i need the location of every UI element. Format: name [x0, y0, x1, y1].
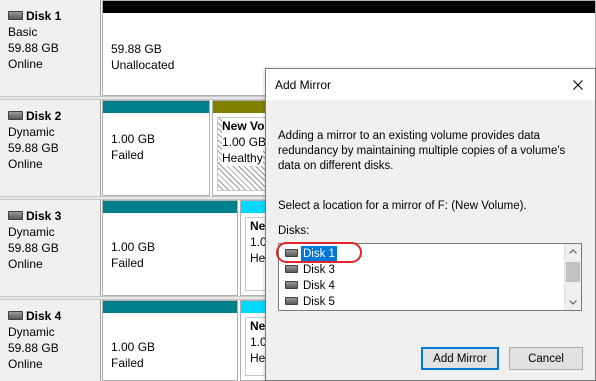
disk-size: 59.88 GB	[8, 141, 59, 155]
disk-size: 59.88 GB	[8, 241, 59, 255]
disk-name: Disk 1	[26, 9, 62, 23]
partition-label: Failed	[111, 256, 144, 270]
hard-disk-icon	[285, 249, 298, 257]
close-button[interactable]	[561, 70, 595, 100]
list-scrollbar[interactable]	[564, 244, 581, 310]
disk-status: Online	[8, 357, 43, 371]
disk-label-2[interactable]: Disk 2 Dynamic 59.88 GB Online	[0, 100, 101, 196]
partition-info: 1.00 GB Failed	[107, 239, 233, 291]
partition-size: 1.00 GB	[111, 240, 156, 254]
partition-label: Failed	[111, 148, 144, 162]
partition-bar	[103, 301, 237, 313]
dialog-prompt: Select a location for a mirror of F: (Ne…	[278, 200, 527, 212]
hard-disk-icon	[8, 10, 23, 20]
partition-info: 1.00 GB Failed	[107, 131, 205, 191]
partition-size: 1.00 GB	[111, 132, 156, 146]
disk-label-1[interactable]: Disk 1 Basic 59.88 GB Online	[0, 0, 101, 96]
disk-name: Disk 4	[26, 309, 62, 323]
close-icon	[573, 79, 583, 90]
chevron-down-icon	[569, 300, 577, 305]
disks-label: Disks:	[278, 225, 310, 237]
disks-list-items: Disk 1 Disk 3 Disk 4 Disk 5	[279, 246, 564, 310]
list-item-disk-4[interactable]: Disk 4	[279, 278, 564, 294]
hard-disk-icon	[8, 110, 23, 120]
disk-type: Basic	[8, 25, 38, 39]
disk-status: Online	[8, 157, 43, 171]
dialog-title: Add Mirror	[275, 77, 332, 92]
add-mirror-button[interactable]: Add Mirror	[421, 347, 499, 370]
list-item-disk-3[interactable]: Disk 3	[279, 262, 564, 278]
partition-info: 1.00 GB Failed	[107, 339, 233, 376]
scroll-down-button[interactable]	[565, 295, 581, 310]
disk-name: Disk 2	[26, 109, 62, 123]
hard-disk-icon	[285, 281, 298, 289]
scroll-thumb[interactable]	[566, 262, 580, 282]
disks-listbox[interactable]: Disk 1 Disk 3 Disk 4 Disk 5	[278, 243, 582, 311]
disk-size: 59.88 GB	[8, 41, 59, 55]
scroll-up-button[interactable]	[565, 244, 581, 259]
partition-size: 1.00 GB	[111, 340, 156, 354]
partition-label: Failed	[111, 356, 144, 370]
partition-bar	[103, 1, 595, 13]
disk-name: Disk 3	[26, 209, 62, 223]
partition-bar	[103, 101, 209, 113]
disk-status: Online	[8, 257, 43, 271]
list-item-label: Disk 4	[303, 280, 335, 292]
disk-status: Online	[8, 57, 43, 71]
cancel-button[interactable]: Cancel	[509, 347, 583, 370]
list-item-label: Disk 1	[301, 246, 337, 262]
list-item-label: Disk 5	[303, 296, 335, 308]
partition-size: 59.88 GB	[111, 42, 162, 56]
partition-failed[interactable]: 1.00 GB Failed	[102, 200, 238, 296]
list-item-disk-1[interactable]: Disk 1	[279, 246, 564, 262]
dialog-description: Adding a mirror to an existing volume pr…	[278, 130, 566, 172]
list-item-disk-5[interactable]: Disk 5	[279, 294, 564, 310]
disk-size: 59.88 GB	[8, 341, 59, 355]
disk-label-3[interactable]: Disk 3 Dynamic 59.88 GB Online	[0, 200, 101, 296]
hard-disk-icon	[8, 310, 23, 320]
hard-disk-icon	[285, 297, 298, 305]
chevron-up-icon	[569, 249, 577, 254]
partition-failed[interactable]: 1.00 GB Failed	[102, 300, 238, 381]
add-mirror-dialog: Add Mirror Adding a mirror to an existin…	[265, 68, 596, 381]
list-item-label: Disk 3	[303, 264, 335, 276]
partition-label: Healthy	[222, 150, 263, 166]
disk-type: Dynamic	[8, 125, 55, 139]
disk-type: Dynamic	[8, 225, 55, 239]
partition-bar	[103, 201, 237, 213]
hard-disk-icon	[8, 210, 23, 220]
disk-label-4[interactable]: Disk 4 Dynamic 59.88 GB Online	[0, 300, 101, 381]
partition-failed[interactable]: 1.00 GB Failed	[102, 100, 210, 196]
disk-type: Dynamic	[8, 325, 55, 339]
hard-disk-icon	[285, 265, 298, 273]
partition-title: New Vol	[222, 118, 268, 134]
dialog-titlebar[interactable]: Add Mirror	[266, 69, 595, 100]
